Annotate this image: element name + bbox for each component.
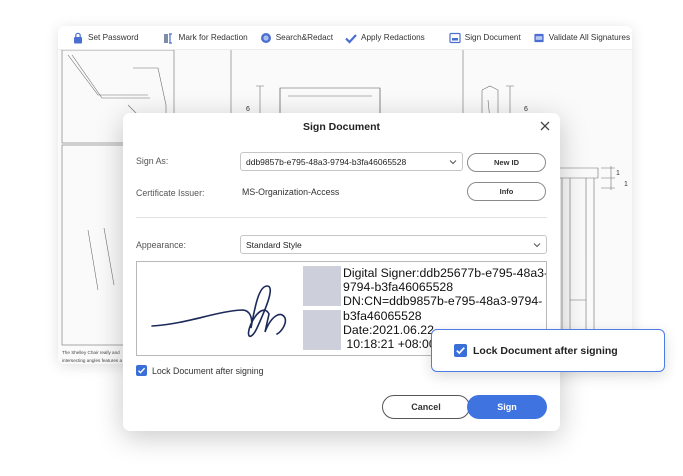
chevron-down-icon <box>533 243 541 248</box>
sign-document-dialog: Sign Document Sign As: ddb9857b-e795-48a… <box>123 113 560 431</box>
sign-document-button[interactable]: Sign Document <box>449 32 521 44</box>
validate-signatures-icon <box>533 32 545 44</box>
document-caption: The Shelley Chair really and intersectin… <box>62 350 123 363</box>
signature-line: b3fa46065528 <box>343 308 422 323</box>
search-icon <box>260 32 272 44</box>
dimension-label: 1 <box>616 170 620 177</box>
apply-redactions-label: Apply Redactions <box>361 33 425 42</box>
dimension-label: 6 <box>524 106 528 113</box>
close-icon <box>540 121 550 131</box>
certificate-issuer-label: Certificate Issuer: <box>136 188 205 198</box>
callout-lock-label: Lock Document after signing <box>473 344 618 357</box>
sign-button[interactable]: Sign <box>467 395 547 419</box>
section-divider <box>136 217 547 218</box>
new-id-button[interactable]: New ID <box>467 153 546 172</box>
lock-icon <box>72 32 84 44</box>
info-button[interactable]: Info <box>467 182 546 201</box>
signature-image-placeholder <box>303 310 341 350</box>
dimension-label: 6 <box>246 106 250 113</box>
dialog-title: Sign Document <box>302 121 380 133</box>
certificate-issuer-value: MS-Organization-Access <box>242 187 340 197</box>
set-password-label: Set Password <box>88 33 139 42</box>
dimension-label: 1 <box>624 181 628 188</box>
search-redact-button[interactable]: Search&Redact <box>260 32 333 44</box>
mark-for-redaction-label: Mark for Redaction <box>178 33 248 42</box>
handwritten-signature <box>151 285 287 337</box>
search-redact-label: Search&Redact <box>275 33 334 42</box>
checkmark-icon <box>345 32 357 44</box>
appearance-select[interactable]: Standard Style <box>240 235 547 254</box>
checkbox-checked-icon <box>136 365 147 376</box>
validate-signatures-label: Validate All Signatures <box>548 33 631 42</box>
toolbar: Set Password Mark for Redaction Search&R… <box>58 26 632 50</box>
sign-as-value: ddb9857b-e795-48a3-9794-b3fa46065528 <box>246 156 407 167</box>
lock-document-callout[interactable]: Lock Document after signing <box>431 329 665 372</box>
cancel-button[interactable]: Cancel <box>382 395 470 419</box>
sign-document-icon <box>449 32 461 44</box>
sign-document-label: Sign Document <box>464 33 521 42</box>
lock-document-label: Lock Document after signing <box>152 365 264 376</box>
close-button[interactable] <box>538 119 552 133</box>
signature-image-placeholder <box>303 266 341 306</box>
apply-redactions-button[interactable]: Apply Redactions <box>345 32 425 44</box>
sign-as-select[interactable]: ddb9857b-e795-48a3-9794-b3fa46065528 <box>240 152 463 171</box>
chevron-down-icon <box>449 160 457 165</box>
signature-line: 9794-b3fa46065528 <box>343 280 454 295</box>
lock-document-checkbox[interactable]: Lock Document after signing <box>136 365 264 376</box>
checkbox-checked-icon <box>454 344 467 357</box>
appearance-value: Standard Style <box>246 239 302 250</box>
validate-signatures-button[interactable]: Validate All Signatures <box>533 32 630 44</box>
set-password-button[interactable]: Set Password <box>72 32 139 44</box>
mark-for-redaction-button[interactable]: Mark for Redaction <box>163 32 248 44</box>
appearance-label: Appearance: <box>136 240 186 250</box>
signature-line: Digital Signer:ddb25677b-e795-48a3- <box>343 266 547 280</box>
redaction-mark-icon <box>163 32 175 44</box>
sign-as-label: Sign As: <box>136 156 169 166</box>
signature-line: DN:CN=ddb9857b-e795-48a3-9794- <box>343 294 543 309</box>
